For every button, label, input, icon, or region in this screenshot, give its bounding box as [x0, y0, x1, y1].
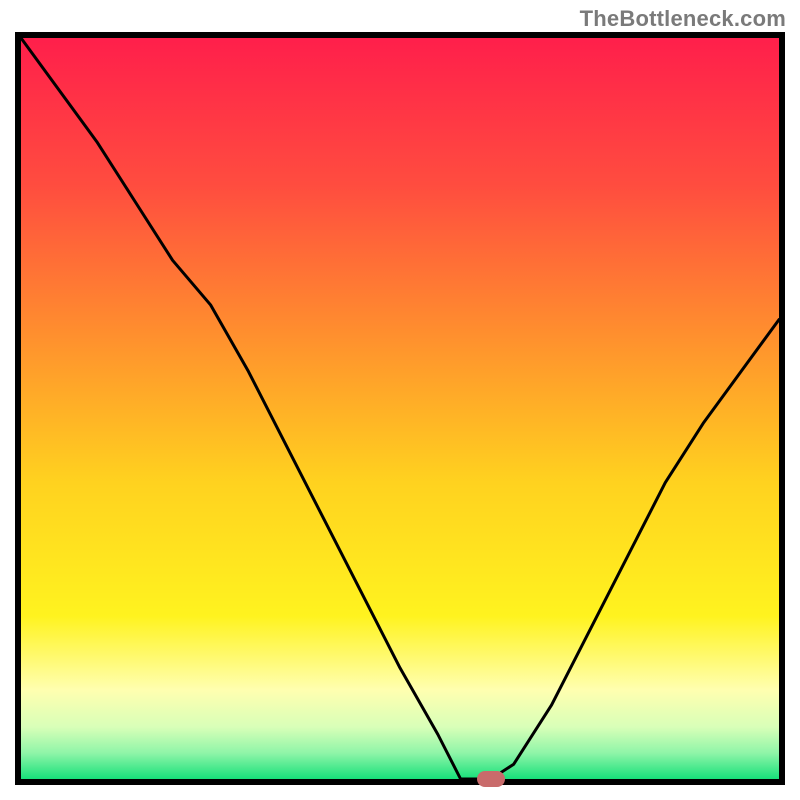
watermark-text: TheBottleneck.com — [580, 6, 786, 32]
chart-container: TheBottleneck.com — [0, 0, 800, 800]
bottleneck-chart — [0, 0, 800, 800]
optimal-point-marker — [477, 771, 505, 787]
